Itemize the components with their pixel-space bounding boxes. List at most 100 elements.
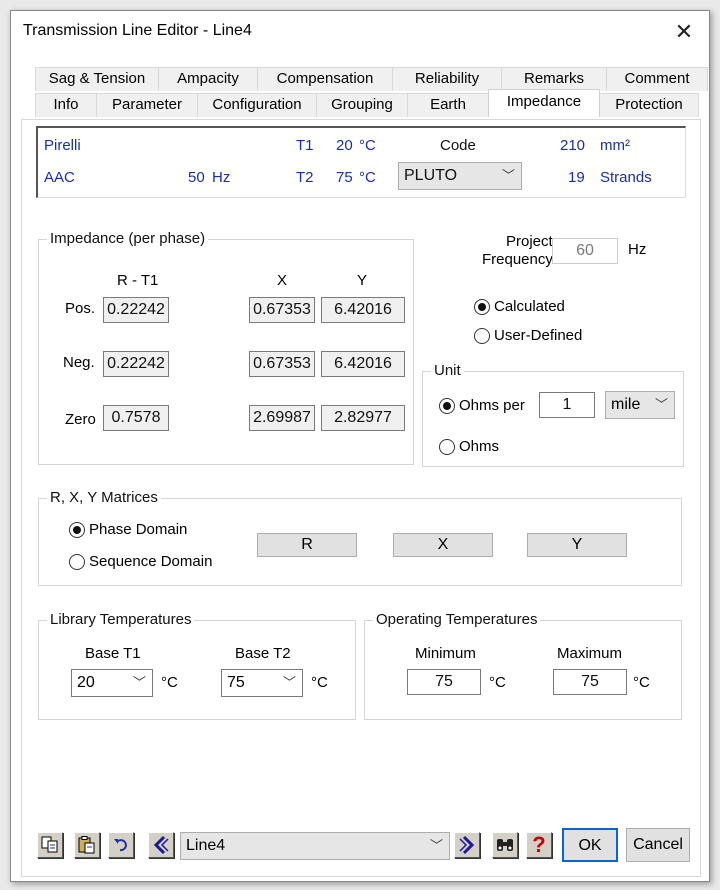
base-t2-label: Base T2 <box>235 645 291 662</box>
ok-button[interactable]: OK <box>562 828 618 862</box>
tab-grouping[interactable]: Grouping <box>316 93 408 117</box>
copy-button[interactable] <box>37 832 63 858</box>
tab-earth[interactable]: Earth <box>407 93 489 117</box>
matrices-group-title: R, X, Y Matrices <box>47 489 161 506</box>
previous-record-button[interactable] <box>148 832 174 858</box>
base-t1-unit: °C <box>161 674 178 691</box>
t2-label: T2 <box>296 169 314 186</box>
r-matrix-button[interactable]: R <box>257 533 357 557</box>
tab-compensation[interactable]: Compensation <box>257 67 393 91</box>
tab-row-top: Sag & Tension Ampacity Compensation Reli… <box>35 67 708 91</box>
user-defined-label: User-Defined <box>494 327 583 344</box>
paste-button[interactable] <box>74 832 100 858</box>
tab-ampacity[interactable]: Ampacity <box>158 67 258 91</box>
code-label: Code <box>440 137 476 154</box>
next-record-button[interactable] <box>454 832 480 858</box>
tab-sag-tension[interactable]: Sag & Tension <box>35 67 159 91</box>
code-dropdown[interactable]: PLUTO ﹀ <box>398 162 522 190</box>
title-bar: Transmission Line Editor - Line4 ✕ <box>11 11 709 53</box>
x-matrix-button[interactable]: X <box>393 533 493 557</box>
y-matrix-button[interactable]: Y <box>527 533 627 557</box>
tab-info[interactable]: Info <box>35 93 97 117</box>
copy-icon <box>41 836 58 853</box>
project-frequency-label-line2: Frequency <box>482 251 553 268</box>
strands-label: Strands <box>600 169 652 186</box>
library-temperatures-group: Library Temperatures Base T1 20 ﹀ °C Bas… <box>38 611 356 720</box>
base-t1-value: 20 <box>77 674 95 691</box>
zero-y-field[interactable]: 2.82977 <box>321 405 405 431</box>
project-frequency-unit: Hz <box>628 241 647 258</box>
maximum-unit: °C <box>633 674 650 691</box>
conductor-size-value: 210 <box>560 137 586 154</box>
operating-temperatures-group: Operating Temperatures Minimum 75 °C Max… <box>364 611 682 720</box>
help-button[interactable]: ? <box>526 832 552 858</box>
tab-reliability[interactable]: Reliability <box>392 67 502 91</box>
conductor-size-unit: mm² <box>600 137 630 154</box>
close-icon[interactable]: ✕ <box>669 17 699 47</box>
t2-value: 75 <box>336 169 353 186</box>
chevron-down-icon: ﹀ <box>501 168 515 183</box>
row-label-zero: Zero <box>65 411 96 428</box>
impedance-per-phase-group: Impedance (per phase) R - T1 X Y Pos. 0.… <box>38 230 414 465</box>
undo-button[interactable] <box>108 832 134 858</box>
impedance-tab-page: Pirelli AAC 50 Hz T1 20 °C T2 75 °C Code… <box>21 119 701 877</box>
chevron-down-icon: ﹀ <box>282 675 296 690</box>
calculated-radio[interactable]: Calculated <box>474 298 565 315</box>
ohms-radio[interactable]: Ohms <box>439 438 499 455</box>
col-header-x: X <box>277 272 288 289</box>
project-frequency-label-line1: Project <box>506 233 553 250</box>
impedance-group-title: Impedance (per phase) <box>47 230 209 247</box>
conductor-info-panel: Pirelli AAC 50 Hz T1 20 °C T2 75 °C Code… <box>36 126 686 198</box>
base-t2-value: 75 <box>227 674 245 691</box>
manufacturer-label: Pirelli <box>44 137 81 154</box>
length-unit-dropdown[interactable]: mile ﹀ <box>605 391 675 419</box>
chevron-double-left-icon <box>153 835 169 855</box>
conductor-frequency-unit: Hz <box>212 169 231 186</box>
minimum-temp-field[interactable]: 75 <box>407 669 481 695</box>
undo-icon <box>114 839 127 852</box>
pos-y-field[interactable]: 6.42016 <box>321 297 405 323</box>
minimum-label: Minimum <box>415 645 476 662</box>
cancel-button[interactable]: Cancel <box>626 828 690 862</box>
ohms-per-radio[interactable]: Ohms per <box>439 397 525 414</box>
zero-r-field[interactable]: 0.7578 <box>103 405 169 431</box>
tab-parameter[interactable]: Parameter <box>96 93 198 117</box>
sequence-domain-radio[interactable]: Sequence Domain <box>69 553 212 570</box>
dialog-client-area: Sag & Tension Ampacity Compensation Reli… <box>21 67 708 877</box>
phase-domain-radio[interactable]: Phase Domain <box>69 521 187 538</box>
neg-x-field[interactable]: 0.67353 <box>249 351 315 377</box>
base-t1-dropdown[interactable]: 20 ﹀ <box>71 669 153 697</box>
neg-y-field[interactable]: 6.42016 <box>321 351 405 377</box>
ohms-label: Ohms <box>459 438 500 455</box>
neg-r-field[interactable]: 0.22242 <box>103 351 169 377</box>
binoculars-icon <box>497 839 513 851</box>
tab-protection[interactable]: Protection <box>599 93 699 117</box>
zero-x-field[interactable]: 2.69987 <box>249 405 315 431</box>
record-selector-value: Line4 <box>186 837 226 854</box>
operating-temps-title: Operating Temperatures <box>373 611 541 628</box>
find-button[interactable] <box>492 832 518 858</box>
radio-selected-icon <box>474 298 490 315</box>
project-frequency-field[interactable]: 60 <box>552 238 618 264</box>
user-defined-radio[interactable]: User-Defined <box>474 327 582 344</box>
sequence-domain-label: Sequence Domain <box>89 553 213 570</box>
tab-comment[interactable]: Comment <box>606 67 708 91</box>
radio-unselected-icon <box>439 438 455 455</box>
chevron-double-right-icon <box>459 835 475 855</box>
maximum-temp-field[interactable]: 75 <box>553 669 627 695</box>
minimum-unit: °C <box>489 674 506 691</box>
tab-configuration[interactable]: Configuration <box>197 93 317 117</box>
base-t2-unit: °C <box>311 674 328 691</box>
pos-r-field[interactable]: 0.22242 <box>103 297 169 323</box>
base-t2-dropdown[interactable]: 75 ﹀ <box>221 669 303 697</box>
unit-length-field[interactable]: 1 <box>539 392 595 418</box>
rxy-matrices-group: R, X, Y Matrices Phase Domain Sequence D… <box>38 489 682 586</box>
col-header-y: Y <box>357 272 368 289</box>
tab-row-bottom: Info Parameter Configuration Grouping Ea… <box>35 89 699 117</box>
tab-impedance[interactable]: Impedance <box>488 89 600 117</box>
record-selector-dropdown[interactable]: Line4 ﹀ <box>180 832 450 860</box>
pos-x-field[interactable]: 0.67353 <box>249 297 315 323</box>
help-question-icon: ? <box>532 832 546 857</box>
radio-unselected-icon <box>474 327 490 344</box>
tab-remarks[interactable]: Remarks <box>501 67 607 91</box>
